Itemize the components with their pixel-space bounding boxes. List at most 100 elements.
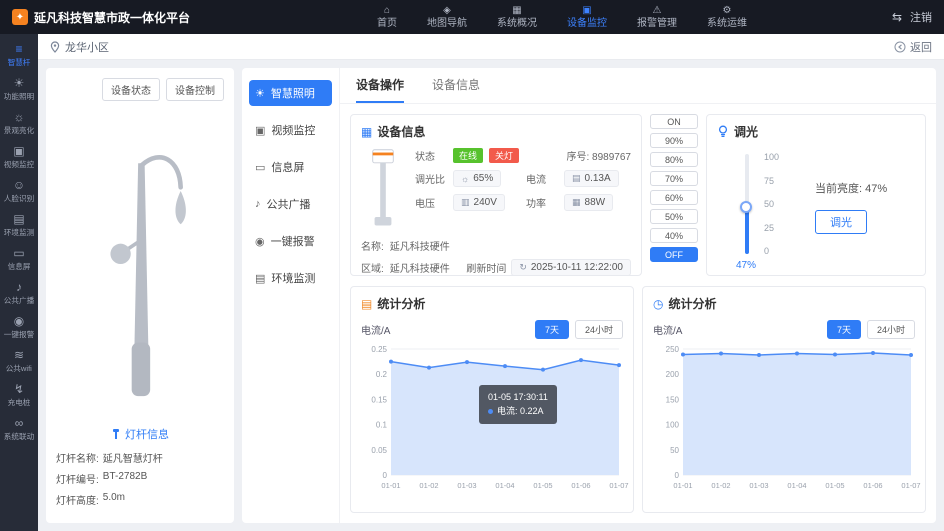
current-icon: ▤ [572, 173, 581, 183]
sidebar-item[interactable]: ◉ 一键报警 [0, 310, 38, 344]
power-level-button[interactable]: OFF [650, 247, 698, 262]
function-menu-item[interactable]: ☀ 智慧照明 [249, 80, 332, 106]
nav-icon: ⌂ [383, 4, 390, 16]
function-menu-item[interactable]: ◉ 一键报警 [249, 228, 332, 254]
function-menu-item[interactable]: ▣ 视频监控 [249, 117, 332, 143]
sidebar-item[interactable]: ≡ 智慧杆 [0, 38, 38, 72]
svg-text:01-07: 01-07 [609, 481, 628, 490]
top-nav-item[interactable]: ⚠ 报警管理 [637, 5, 677, 29]
function-menu-label: 智慧照明 [270, 88, 315, 100]
power-level-button[interactable]: 80% [650, 152, 698, 167]
top-nav-item[interactable]: ▦ 系统概况 [497, 4, 537, 29]
screen-switch-icon[interactable]: ⇆ [892, 10, 902, 24]
device-status-button[interactable]: 设备状态 [102, 78, 160, 101]
current-chip: ▤ 0.13A [564, 170, 619, 187]
light-off-badge: 关灯 [489, 148, 520, 163]
device-info-icon: ▦ [361, 124, 373, 139]
pole-field-label: 灯杆高度: [56, 496, 99, 507]
sidebar-item-icon: ▣ [13, 144, 25, 158]
sidebar-item[interactable]: ∞ 系统联动 [0, 412, 38, 446]
sidebar-item[interactable]: ♪ 公共广播 [0, 276, 38, 310]
dimming-panel: 调光 47% 100 75 50 25 0 当前亮度: 47% 调光 [706, 114, 926, 276]
function-menu: ☀ 智慧照明 ▣ 视频监控 ▭ 信息屏 ♪ 公共广播 ◉ 一键报警 ▤ 环境监测 [242, 68, 340, 523]
chart2-range-24h-button[interactable]: 24小时 [866, 320, 915, 339]
slider-thumb[interactable] [740, 201, 752, 213]
detail-tabs: 设备操作 设备信息 [340, 68, 936, 104]
sidebar-item[interactable]: ↯ 充电桩 [0, 378, 38, 412]
sidebar: ≡ 智慧杆 ☀ 功能照明 ☼ 景观亮化 ▣ 视频监控 ☺ 人脸识别 ▤ 环境监测… [0, 34, 38, 531]
sidebar-item[interactable]: ▭ 信息屏 [0, 242, 38, 276]
sidebar-item-label: 系统联动 [3, 432, 35, 441]
nav-icon: ▦ [512, 4, 522, 16]
device-detail-card: ☀ 智慧照明 ▣ 视频监控 ▭ 信息屏 ♪ 公共广播 ◉ 一键报警 ▤ 环境监测… [242, 68, 936, 523]
sidebar-item-label: 景观亮化 [3, 126, 35, 135]
power-level-button[interactable]: 70% [650, 171, 698, 186]
sidebar-item-label: 视频监控 [3, 160, 35, 169]
back-label: 返回 [910, 41, 932, 54]
sidebar-item[interactable]: ▤ 环境监测 [0, 208, 38, 242]
dim-ratio-label: 调光比 [415, 175, 445, 186]
status-label: 状态 [415, 152, 435, 163]
refresh-icon[interactable]: ↻ [519, 262, 527, 273]
slider-scale: 100 75 50 25 0 [764, 152, 779, 256]
power-level-button[interactable]: 90% [650, 133, 698, 148]
sidebar-item-label: 信息屏 [7, 262, 31, 271]
sidebar-item-icon: ☼ [13, 110, 25, 124]
top-nav-item[interactable]: ⚙ 系统运维 [707, 5, 747, 29]
power-level-button[interactable]: 50% [650, 209, 698, 224]
power-chip: ▦ 88W [564, 194, 614, 211]
sidebar-item[interactable]: ☺ 人脸识别 [0, 174, 38, 208]
scale-tick-label: 0 [764, 246, 770, 256]
device-image [372, 149, 394, 226]
sidebar-item-icon: ◉ [13, 314, 25, 328]
back-button[interactable]: 返回 [894, 39, 932, 55]
brightness-slider[interactable]: 47% [736, 154, 756, 271]
function-menu-item[interactable]: ♪ 公共广播 [249, 191, 332, 217]
device-control-button[interactable]: 设备控制 [166, 78, 224, 101]
app-title: 延凡科技智慧市政一体化平台 [34, 10, 191, 25]
sidebar-item-icon: ∞ [14, 416, 24, 430]
function-menu-item[interactable]: ▭ 信息屏 [249, 154, 332, 180]
function-menu-label: 公共广播 [266, 199, 311, 211]
power-level-button[interactable]: ON [650, 114, 698, 129]
nav-label: 地图导航 [426, 17, 467, 29]
tab-device-operation[interactable]: 设备操作 [356, 68, 405, 103]
chart2-range-7d-button[interactable]: 7天 [826, 320, 861, 339]
sidebar-item-icon: ≋ [13, 348, 25, 362]
sidebar-item[interactable]: ≋ 公共wifi [0, 344, 38, 378]
logout-button[interactable]: 注销 [910, 9, 932, 25]
sidebar-item[interactable]: ☼ 景观亮化 [0, 106, 38, 140]
topbar-right: ⇆ 注销 [892, 9, 932, 25]
svg-text:50: 50 [670, 446, 679, 455]
chart1-range-24h-button[interactable]: 24小时 [574, 320, 623, 339]
pole-icon [113, 429, 119, 439]
dim-apply-button[interactable]: 调光 [815, 210, 868, 234]
dimming-header: 调光 [717, 123, 915, 140]
power-label: 功率 [526, 199, 546, 210]
chart1-range-7d-button[interactable]: 7天 [534, 320, 569, 339]
top-nav-item[interactable]: ⌂ 首页 [377, 4, 397, 29]
pole-field-label: 灯杆编号: [56, 475, 99, 486]
function-menu-item[interactable]: ▤ 环境监测 [249, 265, 332, 291]
tab-device-info[interactable]: 设备信息 [432, 68, 480, 103]
power-level-button[interactable]: 40% [650, 228, 698, 243]
sidebar-item-label: 环境监测 [3, 228, 35, 237]
voltage-label: 电压 [415, 199, 435, 210]
top-nav-item[interactable]: ▣ 设备监控 [567, 5, 607, 29]
svg-text:01-04: 01-04 [495, 481, 514, 490]
top-nav-item[interactable]: ◈ 地图导航 [426, 5, 467, 29]
chart2-plot-area[interactable]: 0 50 100 150 200 250 01-01 01-02 01-03 01-04 01-05… [653, 341, 921, 504]
function-menu-label: 一键报警 [270, 236, 315, 248]
power-level-button[interactable]: 60% [650, 190, 698, 205]
sidebar-item[interactable]: ▣ 视频监控 [0, 140, 38, 174]
chart1-plot-area[interactable]: 0 0.05 0.1 0.15 0.2 0.25 01-01 01-02 01-03 01-04 0… [361, 341, 628, 504]
pole-field-value: 延凡智慧灯杆 [102, 454, 163, 465]
svg-text:01-06: 01-06 [863, 481, 882, 490]
pole-illustration [56, 101, 224, 426]
svg-text:200: 200 [666, 370, 680, 379]
sidebar-item-icon: ↯ [13, 382, 25, 396]
sidebar-item[interactable]: ☀ 功能照明 [0, 72, 38, 106]
scale-tick-label: 75 [764, 175, 775, 186]
chart1-svg: 0 0.05 0.1 0.15 0.2 0.25 01-01 01-02 01-03 01-04 0… [371, 345, 628, 490]
svg-text:01-04: 01-04 [787, 481, 806, 490]
